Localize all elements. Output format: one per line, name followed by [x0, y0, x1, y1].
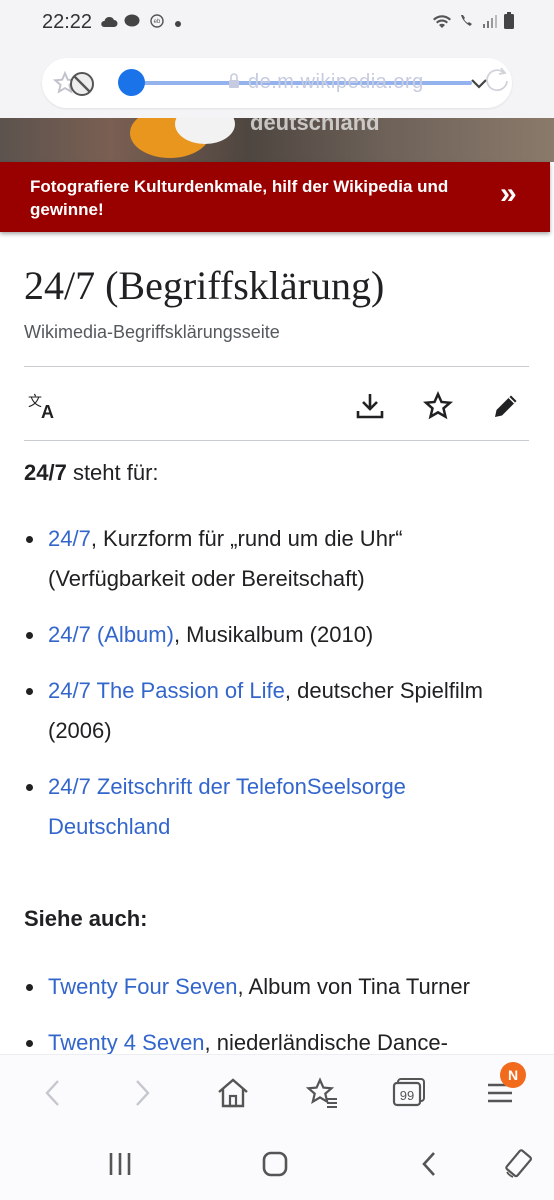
- tabs-count: 99: [400, 1088, 414, 1103]
- message-icon: [124, 14, 140, 33]
- item-link[interactable]: 24/7: [48, 526, 91, 551]
- lead-paragraph: 24/7 steht für:: [24, 460, 159, 486]
- campaign-text[interactable]: Fotografiere Kulturdenkmale, hilf der Wi…: [30, 175, 490, 221]
- divider: [24, 366, 529, 367]
- item-link[interactable]: 24/7 Zeitschrift der TelefonSeelsorge De…: [48, 774, 406, 839]
- language-icon[interactable]: 文 A: [26, 388, 62, 424]
- item-link[interactable]: 24/7 The Passion of Life: [48, 678, 285, 703]
- wifi-call-icon: [458, 13, 476, 34]
- back-arrow-icon[interactable]: [33, 1073, 73, 1113]
- divider: [24, 440, 529, 441]
- menu-notification-badge: N: [500, 1062, 526, 1088]
- browser-bottom-toolbar: 99: [0, 1054, 554, 1127]
- list-item: 24/7, Kurzform für „rund um die Uhr“ (Ve…: [0, 519, 554, 599]
- notification-icons: eb: [100, 14, 182, 33]
- svg-text:eb: eb: [154, 19, 161, 25]
- svg-text:A: A: [41, 402, 54, 421]
- battery-icon: [504, 12, 514, 34]
- rotate-screen-icon[interactable]: [498, 1144, 538, 1184]
- wifi-icon: [432, 13, 452, 34]
- reload-icon[interactable]: [482, 64, 512, 99]
- item-link[interactable]: 24/7 (Album): [48, 622, 174, 647]
- home-button-icon[interactable]: [255, 1144, 295, 1184]
- watch-star-icon[interactable]: [420, 388, 456, 424]
- browser-top-bar: de.m.wikipedia.org: [0, 44, 554, 118]
- edit-pencil-icon[interactable]: [488, 388, 524, 424]
- campaign-banner-image[interactable]: deutschland: [0, 118, 554, 162]
- forward-arrow-icon[interactable]: [122, 1073, 162, 1113]
- recent-apps-icon[interactable]: [100, 1144, 140, 1184]
- signal-icon: [482, 13, 498, 34]
- item-text: , niederländische Dance-: [204, 1030, 448, 1055]
- url-text[interactable]: de.m.wikipedia.org: [248, 71, 424, 94]
- list-item: 24/7 (Album), Musikalbum (2010): [0, 615, 554, 655]
- cloud-icon: [100, 15, 118, 33]
- bookmarks-star-icon[interactable]: [302, 1073, 342, 1113]
- lead-text: steht für:: [66, 460, 159, 485]
- meanings-list: 24/7, Kurzform für „rund um die Uhr“ (Ve…: [0, 519, 554, 847]
- status-bar: 22:22 eb: [0, 0, 554, 44]
- item-link[interactable]: Twenty Four Seven: [48, 974, 238, 999]
- status-time: 22:22: [42, 11, 93, 33]
- item-link[interactable]: Twenty 4 Seven: [48, 1030, 205, 1055]
- svg-text:文: 文: [28, 394, 42, 410]
- system-icons: [432, 12, 514, 34]
- lock-icon: [228, 73, 240, 94]
- banner-image-text: deutschland: [250, 118, 380, 135]
- campaign-arrow-icon[interactable]: »: [500, 179, 517, 209]
- ebay-icon: eb: [146, 14, 168, 33]
- system-navigation-bar: [0, 1126, 554, 1200]
- download-icon[interactable]: [352, 388, 388, 424]
- item-text: , Musikalbum (2010): [173, 622, 374, 647]
- list-item: 24/7 Zeitschrift der TelefonSeelsorge De…: [0, 767, 554, 847]
- item-text: , Album von Tina Turner: [237, 974, 470, 999]
- back-button-icon[interactable]: [410, 1144, 450, 1184]
- see-also-list: Twenty Four Seven, Album von Tina Turner…: [0, 967, 554, 1063]
- dot-icon: [174, 15, 182, 33]
- zoom-slider-thumb[interactable]: [118, 69, 145, 96]
- address-bar[interactable]: de.m.wikipedia.org: [42, 58, 512, 108]
- see-also-heading: Siehe auch:: [24, 906, 148, 931]
- page-description: Wikimedia-Begriffsklärungsseite: [24, 322, 280, 342]
- page-title: 24/7 (Begriffsklärung): [24, 263, 385, 308]
- campaign-banner[interactable]: Fotografiere Kulturdenkmale, hilf der Wi…: [0, 162, 550, 232]
- home-icon[interactable]: [213, 1073, 253, 1113]
- item-text: , Kurzform für „rund um die Uhr“ (Verfüg…: [48, 526, 403, 591]
- tracker-block-icon[interactable]: [68, 70, 96, 103]
- tabs-icon[interactable]: 99: [390, 1073, 430, 1113]
- list-item: Twenty Four Seven, Album von Tina Turner: [0, 967, 554, 1007]
- list-item: 24/7 The Passion of Life, deutscher Spie…: [0, 671, 554, 751]
- lead-bold: 24/7: [24, 460, 67, 485]
